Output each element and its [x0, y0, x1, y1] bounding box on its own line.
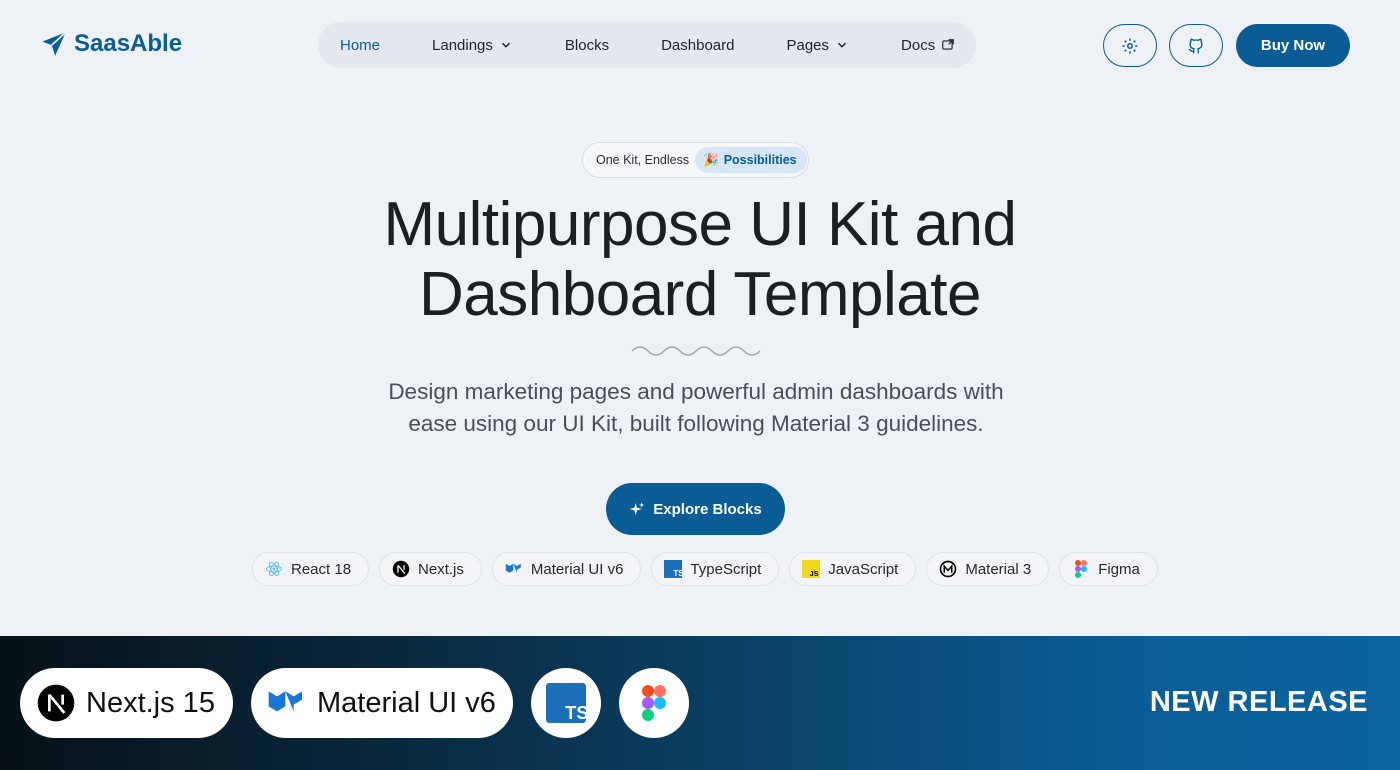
chevron-down-icon [838, 42, 847, 48]
banner-figma-badge [619, 668, 689, 738]
banner-nextjs-pill: Next.js 15 [20, 668, 233, 738]
chip-label: JavaScript [828, 560, 899, 578]
hero-subtitle-line1: Design marketing pages and powerful admi… [388, 379, 1004, 404]
nav-item-blocks[interactable]: Blocks [565, 37, 609, 54]
mui-icon [505, 560, 523, 578]
external-link-icon [942, 39, 955, 50]
new-release-label: NEW RELEASE [1149, 686, 1368, 718]
javascript-icon: JS [802, 560, 821, 578]
chip-label: Next.js [418, 560, 464, 578]
nav-item-dashboard[interactable]: Dashboard [661, 37, 734, 54]
chip-figma[interactable]: Figma [1059, 552, 1158, 586]
tech-stack-list: React 18 Next.js Material UI v6 TS TypeS… [252, 552, 1158, 586]
chip-label: React 18 [291, 560, 352, 578]
figma-icon [642, 685, 666, 721]
release-banner: Next.js 15 Material UI v6 TS NEW RELEASE [0, 636, 1400, 770]
hero-title-line2: Dashboard Template [419, 260, 982, 329]
badge-pill: 🎉 Possibilities [695, 147, 807, 173]
nav-item-docs[interactable]: Docs [901, 37, 955, 54]
github-button[interactable] [1169, 24, 1223, 67]
chip-react[interactable]: React 18 [252, 552, 370, 586]
chevron-down-icon [501, 42, 510, 48]
nav-item-label: Dashboard [661, 36, 735, 54]
gear-icon [1122, 38, 1138, 53]
nav-item-label: Docs [901, 36, 936, 54]
nextjs-icon [392, 560, 410, 578]
typescript-icon: TS [664, 560, 683, 578]
hero-badge: One Kit, Endless 🎉 Possibilities [582, 142, 809, 178]
nav-item-label: Home [340, 36, 381, 54]
chip-material3[interactable]: Material 3 [926, 552, 1050, 586]
nav-item-home[interactable]: Home [340, 37, 380, 54]
explore-label: Explore Blocks [653, 500, 762, 518]
github-icon [1188, 38, 1203, 53]
typescript-icon: TS [546, 683, 586, 723]
hero-title: Multipurpose UI Kit and Dashboard Templa… [300, 190, 1100, 330]
chip-label: Material 3 [965, 560, 1032, 578]
chip-typescript[interactable]: TS TypeScript [651, 552, 780, 586]
hero-title-line1: Multipurpose UI Kit and [383, 190, 1017, 259]
material3-icon [939, 560, 957, 578]
mui-icon [268, 691, 302, 712]
nav-item-pages[interactable]: Pages [786, 37, 849, 54]
sparkle-icon [629, 502, 645, 515]
chip-javascript[interactable]: JS JavaScript [789, 552, 917, 586]
svg-text:JS: JS [810, 569, 819, 578]
party-popper-icon: 🎉 [703, 152, 719, 167]
svg-text:TS: TS [674, 569, 683, 578]
badge-text: One Kit, Endless [596, 153, 690, 167]
nav-item-label: Landings [432, 36, 493, 54]
badge-pill-label: Possibilities [723, 153, 797, 167]
nav-item-label: Blocks [564, 36, 610, 54]
figma-icon [1072, 560, 1090, 578]
brand-name: SaasAble [74, 30, 183, 57]
buy-now-button[interactable]: Buy Now [1236, 24, 1350, 67]
svg-text:TS: TS [565, 702, 586, 723]
hero-subtitle: Design marketing pages and powerful admi… [300, 376, 1092, 440]
react-icon [265, 560, 283, 578]
explore-blocks-button[interactable]: Explore Blocks [606, 483, 785, 535]
banner-mui-label: Material UI v6 [317, 686, 496, 719]
chip-label: Material UI v6 [530, 560, 624, 578]
main-nav: Home Landings Blocks Dashboard Pages Doc… [318, 22, 976, 68]
banner-nextjs-label: Next.js 15 [86, 686, 215, 719]
chip-mui[interactable]: Material UI v6 [491, 552, 642, 586]
chip-nextjs[interactable]: Next.js [379, 552, 482, 586]
chip-label: Figma [1098, 560, 1140, 578]
hero-subtitle-line2: ease using our UI Kit, built following M… [408, 411, 984, 436]
settings-button[interactable] [1103, 24, 1157, 67]
nextjs-icon [37, 684, 75, 722]
banner-typescript-badge: TS [531, 668, 601, 738]
chip-label: TypeScript [690, 560, 762, 578]
nav-item-landings[interactable]: Landings [432, 37, 513, 54]
banner-mui-pill: Material UI v6 [251, 668, 513, 738]
site-header: SaasAble Home Landings Blocks Dashboard … [0, 0, 1400, 90]
paper-plane-icon [42, 31, 67, 56]
brand-logo[interactable]: SaasAble [40, 30, 182, 58]
wave-divider [631, 346, 761, 356]
nav-item-label: Pages [786, 36, 830, 54]
